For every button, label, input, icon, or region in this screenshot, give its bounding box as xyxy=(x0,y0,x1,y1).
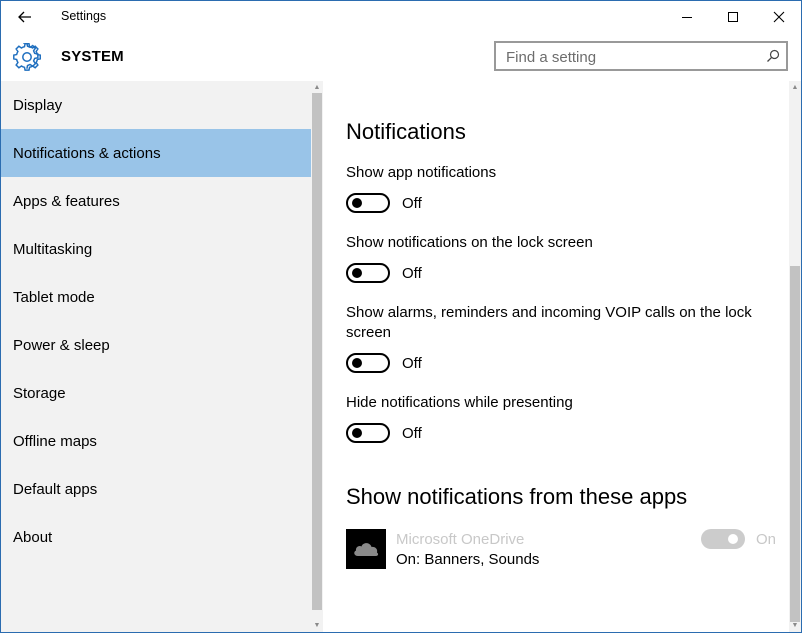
sidebar-item-offline-maps[interactable]: Offline maps xyxy=(1,417,311,465)
maximize-button[interactable] xyxy=(710,1,756,33)
sidebar-item-tablet-mode[interactable]: Tablet mode xyxy=(1,273,311,321)
maximize-icon xyxy=(728,12,738,22)
apps-heading: Show notifications from these apps xyxy=(346,484,688,509)
toggle-state-label: Off xyxy=(402,195,422,212)
sidebar-item-notifications-actions[interactable]: Notifications & actions xyxy=(1,129,311,177)
app-name-onedrive[interactable]: Microsoft OneDrive xyxy=(396,531,524,548)
main-content: Notifications Show app notifications Off… xyxy=(323,81,789,632)
sidebar-item-label: Offline maps xyxy=(13,432,97,450)
scroll-up-arrow-icon[interactable]: ▲ xyxy=(790,82,800,92)
scroll-down-arrow-icon[interactable]: ▼ xyxy=(312,620,322,630)
content-scroll-thumb[interactable] xyxy=(790,266,800,622)
toggle-hide-while-presenting[interactable] xyxy=(346,423,390,443)
toggle-knob xyxy=(352,428,362,438)
sidebar-item-storage[interactable]: Storage xyxy=(1,369,311,417)
sidebar-item-label: Display xyxy=(13,96,63,114)
toggle-show-app-notifications[interactable] xyxy=(346,193,390,213)
sidebar-item-display[interactable]: Display xyxy=(1,81,311,129)
toggle-alarms-voip[interactable] xyxy=(346,353,390,373)
settings-header: SYSTEM xyxy=(1,33,801,81)
toggle-knob xyxy=(728,534,738,544)
sidebar-item-label: Notifications & actions xyxy=(13,144,161,162)
toggle-state-label: Off xyxy=(402,265,422,282)
sidebar-scroll-thumb[interactable] xyxy=(312,93,322,610)
scroll-up-arrow-icon[interactable]: ▲ xyxy=(312,82,322,92)
toggle-state-label: On xyxy=(756,531,777,548)
sidebar-item-label: Power & sleep xyxy=(13,336,110,354)
sidebar-item-label: Apps & features xyxy=(13,192,120,210)
setting-label-show-app-notifications: Show app notifications xyxy=(346,164,497,181)
setting-label-hide-while-presenting: Hide notifications while presenting xyxy=(346,394,573,411)
app-detail-onedrive: On: Banners, Sounds xyxy=(396,551,540,568)
minimize-button[interactable] xyxy=(664,1,710,33)
setting-label-alarms-voip: Show alarms, reminders and incoming VOIP… xyxy=(346,304,752,341)
sidebar-item-default-apps[interactable]: Default apps xyxy=(1,465,311,513)
sidebar-item-label: Default apps xyxy=(13,480,98,498)
toggle-state-label: Off xyxy=(402,425,422,442)
search-box[interactable] xyxy=(494,41,788,71)
section-title: SYSTEM xyxy=(61,48,124,65)
settings-window: Settings SYSTEM Find a setting Display N… xyxy=(0,0,802,633)
sidebar-item-power-sleep[interactable]: Power & sleep xyxy=(1,321,311,369)
toggle-state-label: Off xyxy=(402,355,422,372)
scroll-down-arrow-icon[interactable]: ▼ xyxy=(790,620,800,630)
content-scrollbar[interactable]: ▲ ▼ xyxy=(789,81,801,632)
sidebar-scrollbar[interactable]: ▲ ▼ xyxy=(311,81,323,632)
toggle-lock-screen-notifications[interactable] xyxy=(346,263,390,283)
notifications-heading: Notifications xyxy=(346,119,466,144)
sidebar-item-label: Storage xyxy=(13,384,66,402)
sidebar-item-about[interactable]: About xyxy=(1,513,311,561)
back-button[interactable] xyxy=(11,6,39,28)
back-arrow-icon xyxy=(18,11,31,23)
search-icon[interactable] xyxy=(766,49,780,63)
sidebar-item-label: Multitasking xyxy=(13,240,93,258)
close-button[interactable] xyxy=(756,1,801,33)
setting-label-lock-screen-notifications: Show notifications on the lock screen xyxy=(346,234,593,251)
toggle-knob xyxy=(352,198,362,208)
toggle-knob xyxy=(352,358,362,368)
sidebar-nav: Display Notifications & actions Apps & f… xyxy=(1,81,311,632)
toggle-onedrive-notifications[interactable] xyxy=(701,529,745,549)
sidebar-item-label: Tablet mode xyxy=(13,288,95,306)
title-bar: Settings xyxy=(1,1,801,33)
sidebar-item-multitasking[interactable]: Multitasking xyxy=(1,225,311,273)
search-input[interactable] xyxy=(506,48,756,66)
close-icon xyxy=(773,11,785,23)
sidebar-item-label: About xyxy=(13,528,53,546)
onedrive-icon xyxy=(346,529,386,569)
toggle-knob xyxy=(352,268,362,278)
sidebar-item-apps-features[interactable]: Apps & features xyxy=(1,177,311,225)
minimize-icon xyxy=(682,17,692,18)
window-title: Settings xyxy=(61,9,107,23)
gear-icon xyxy=(13,43,41,71)
